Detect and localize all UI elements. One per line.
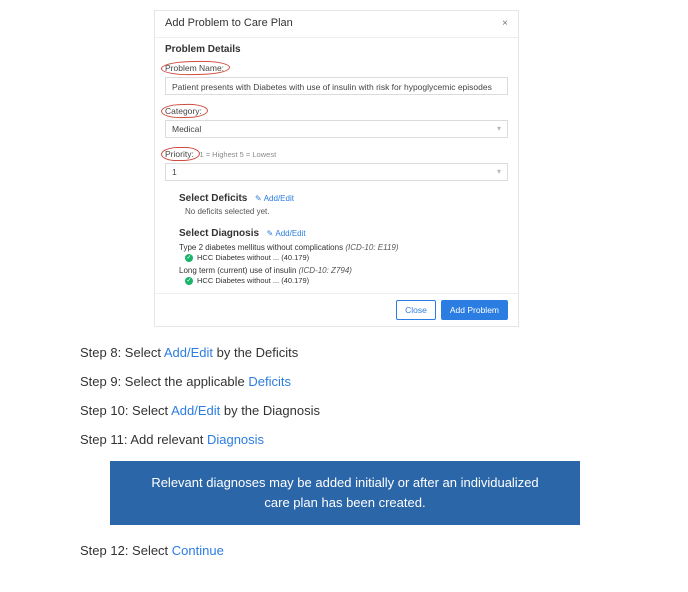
category-select[interactable]: Medical ▾ xyxy=(165,120,508,138)
chevron-down-icon: ▾ xyxy=(497,124,501,134)
hcc-line-2: ✓ HCC Diabetes without ... (40.179) xyxy=(185,276,508,285)
diagnosis-section: Select Diagnosis ✎Add/Edit Type 2 diabet… xyxy=(179,224,508,285)
addedit-link-text: Add/Edit xyxy=(171,403,220,418)
step-11: Step 11: Add relevant Diagnosis xyxy=(80,432,610,447)
addedit-link-text: Add/Edit xyxy=(164,345,213,360)
priority-value: 1 xyxy=(172,167,177,177)
add-problem-button[interactable]: Add Problem xyxy=(441,300,508,320)
close-button[interactable]: Close xyxy=(396,300,436,320)
hcc-line-1: ✓ HCC Diabetes without ... (40.179) xyxy=(185,253,508,262)
diagnosis-link-text: Diagnosis xyxy=(207,432,264,447)
modal-body: Problem Details Problem Name: Patient pr… xyxy=(155,38,518,293)
step-10: Step 10: Select Add/Edit by the Diagnosi… xyxy=(80,403,610,418)
modal-header: Add Problem to Care Plan × xyxy=(155,11,518,38)
problem-name-input[interactable]: Patient presents with Diabetes with use … xyxy=(165,77,508,95)
pencil-icon: ✎ xyxy=(267,229,274,238)
diagnosis-line-1: Type 2 diabetes mellitus without complic… xyxy=(179,243,508,252)
step-12: Step 12: Select Continue xyxy=(80,543,610,558)
check-icon: ✓ xyxy=(185,277,193,285)
problem-name-label: Problem Name: xyxy=(165,63,224,73)
diagnosis-heading: Select Diagnosis xyxy=(179,228,259,239)
modal: Add Problem to Care Plan × Problem Detai… xyxy=(154,10,519,327)
chevron-down-icon: ▾ xyxy=(497,167,501,177)
deficits-addedit-link[interactable]: ✎Add/Edit xyxy=(255,194,294,203)
deficits-link-text: Deficits xyxy=(248,374,291,389)
check-icon: ✓ xyxy=(185,254,193,262)
steps-container: Step 8: Select Add/Edit by the Deficits … xyxy=(80,345,610,558)
priority-label: Priority: xyxy=(165,149,194,159)
category-label: Category: xyxy=(165,106,202,116)
close-icon[interactable]: × xyxy=(502,18,508,29)
category-group: Category: Medical ▾ xyxy=(165,102,508,138)
problem-details-heading: Problem Details xyxy=(165,44,508,55)
modal-footer: Close Add Problem xyxy=(155,293,518,326)
continue-link-text: Continue xyxy=(172,543,224,558)
modal-title: Add Problem to Care Plan xyxy=(165,17,293,29)
priority-hint: 1 = Highest 5 = Lowest xyxy=(199,150,276,159)
info-callout: Relevant diagnoses may be added initiall… xyxy=(110,461,580,525)
category-value: Medical xyxy=(172,124,201,134)
step-9: Step 9: Select the applicable Deficits xyxy=(80,374,610,389)
deficits-section: Select Deficits ✎Add/Edit No deficits se… xyxy=(179,189,508,216)
step-8: Step 8: Select Add/Edit by the Deficits xyxy=(80,345,610,360)
deficits-text: No deficits selected yet. xyxy=(185,207,508,216)
deficits-heading: Select Deficits xyxy=(179,193,247,204)
problem-name-group: Problem Name: Patient presents with Diab… xyxy=(165,59,508,95)
priority-select[interactable]: 1 ▾ xyxy=(165,163,508,181)
diagnosis-addedit-link[interactable]: ✎Add/Edit xyxy=(267,229,306,238)
diagnosis-line-2: Long term (current) use of insulin (ICD-… xyxy=(179,266,508,275)
pencil-icon: ✎ xyxy=(255,194,262,203)
modal-screenshot: Add Problem to Care Plan × Problem Detai… xyxy=(154,10,519,327)
priority-group: Priority: 1 = Highest 5 = Lowest 1 ▾ xyxy=(165,145,508,181)
